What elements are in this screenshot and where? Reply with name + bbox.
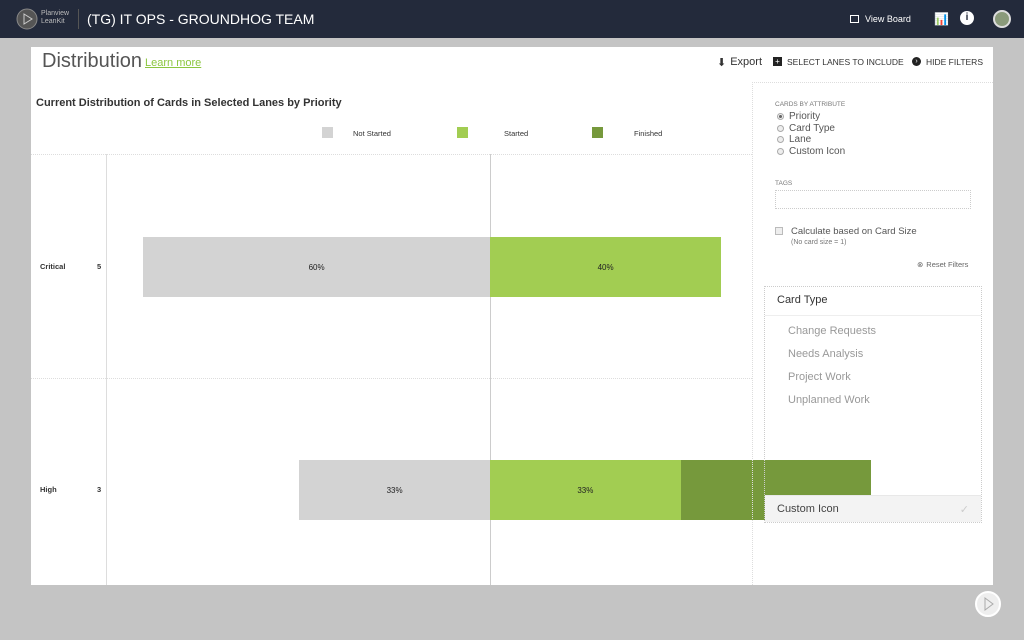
cards-by-attribute-label: CARDS BY ATTRIBUTE (775, 101, 846, 108)
filters-sidebar: CARDS BY ATTRIBUTE Priority Card Type Lane… (752, 82, 993, 585)
info-icon[interactable]: i (960, 11, 974, 25)
legend-swatch (592, 127, 603, 138)
bar-started[interactable]: 33% (490, 460, 681, 520)
center-axis (490, 154, 491, 585)
legend-label: Not Started (353, 129, 391, 138)
chart-title: Current Distribution of Cards in Selecte… (36, 97, 342, 109)
plus-square-icon: + (773, 57, 782, 66)
bar-not-started[interactable]: 33% (299, 460, 490, 520)
page-title: Distribution (42, 50, 143, 72)
card-type-item[interactable]: Needs Analysis (788, 348, 958, 371)
logo-text: Planview LeanKit (41, 10, 70, 25)
leankit-logo-icon[interactable] (16, 8, 38, 30)
top-bar: Planview LeanKit (TG) IT OPS - GROUNDHOG … (0, 0, 1024, 38)
bar-not-started[interactable]: 60% (143, 237, 490, 297)
distribution-panel: Distribution Learn more ⬇ Export + SELECT … (31, 47, 993, 585)
radio-option[interactable]: Custom Icon (777, 146, 845, 158)
custom-icon-section[interactable]: Custom Icon ✓ (765, 495, 981, 522)
calc-card-size-checkbox[interactable] (775, 227, 783, 235)
avatar[interactable] (993, 10, 1011, 28)
card-type-box: Card Type Change Requests Needs Analysis P… (764, 286, 982, 523)
category-count: 3 (97, 485, 102, 494)
hide-filters-button[interactable]: › HIDE FILTERS (912, 57, 983, 67)
leankit-help-icon[interactable] (974, 590, 1002, 618)
card-type-item[interactable]: Change Requests (788, 325, 958, 348)
reset-filters-button[interactable]: ⊗ Reset Filters (917, 260, 968, 269)
board-icon (850, 15, 859, 23)
export-button[interactable]: ⬇ Export (717, 56, 762, 69)
download-icon: ⬇ (717, 57, 727, 69)
learn-more-link[interactable]: Learn more (145, 57, 201, 69)
view-board-button[interactable]: View Board (850, 14, 911, 24)
legend-swatch (457, 127, 468, 138)
category-label: High (40, 485, 57, 494)
tags-input[interactable] (775, 190, 971, 209)
card-type-item[interactable]: Unplanned Work (788, 394, 958, 417)
select-lanes-button[interactable]: + SELECT LANES TO INCLUDE (773, 57, 904, 67)
reports-icon[interactable]: 📊 (934, 12, 949, 26)
radio-option[interactable]: Lane (777, 134, 845, 146)
check-icon: ✓ (959, 504, 969, 516)
legend-label: Finished (634, 129, 663, 138)
legend-swatch (322, 127, 333, 138)
card-type-item[interactable]: Project Work (788, 371, 958, 394)
chevron-circle-icon: › (912, 57, 921, 66)
close-circle-icon: ⊗ (917, 260, 924, 269)
tags-label: TAGS (775, 180, 793, 187)
label-divider (106, 154, 107, 585)
bar-started[interactable]: 40% (490, 237, 722, 297)
board-title: (TG) IT OPS - GROUNDHOG TEAM (87, 11, 315, 27)
radio-option[interactable]: Priority (777, 111, 845, 123)
card-type-title: Card Type (765, 287, 981, 316)
calc-note: (No card size = 1) (791, 239, 847, 246)
calc-card-size-label: Calculate based on Card Size (791, 226, 917, 237)
legend-label: Started (504, 129, 529, 138)
radio-option[interactable]: Card Type (777, 123, 845, 135)
category-count: 5 (97, 262, 102, 271)
category-label: Critical (40, 262, 66, 271)
